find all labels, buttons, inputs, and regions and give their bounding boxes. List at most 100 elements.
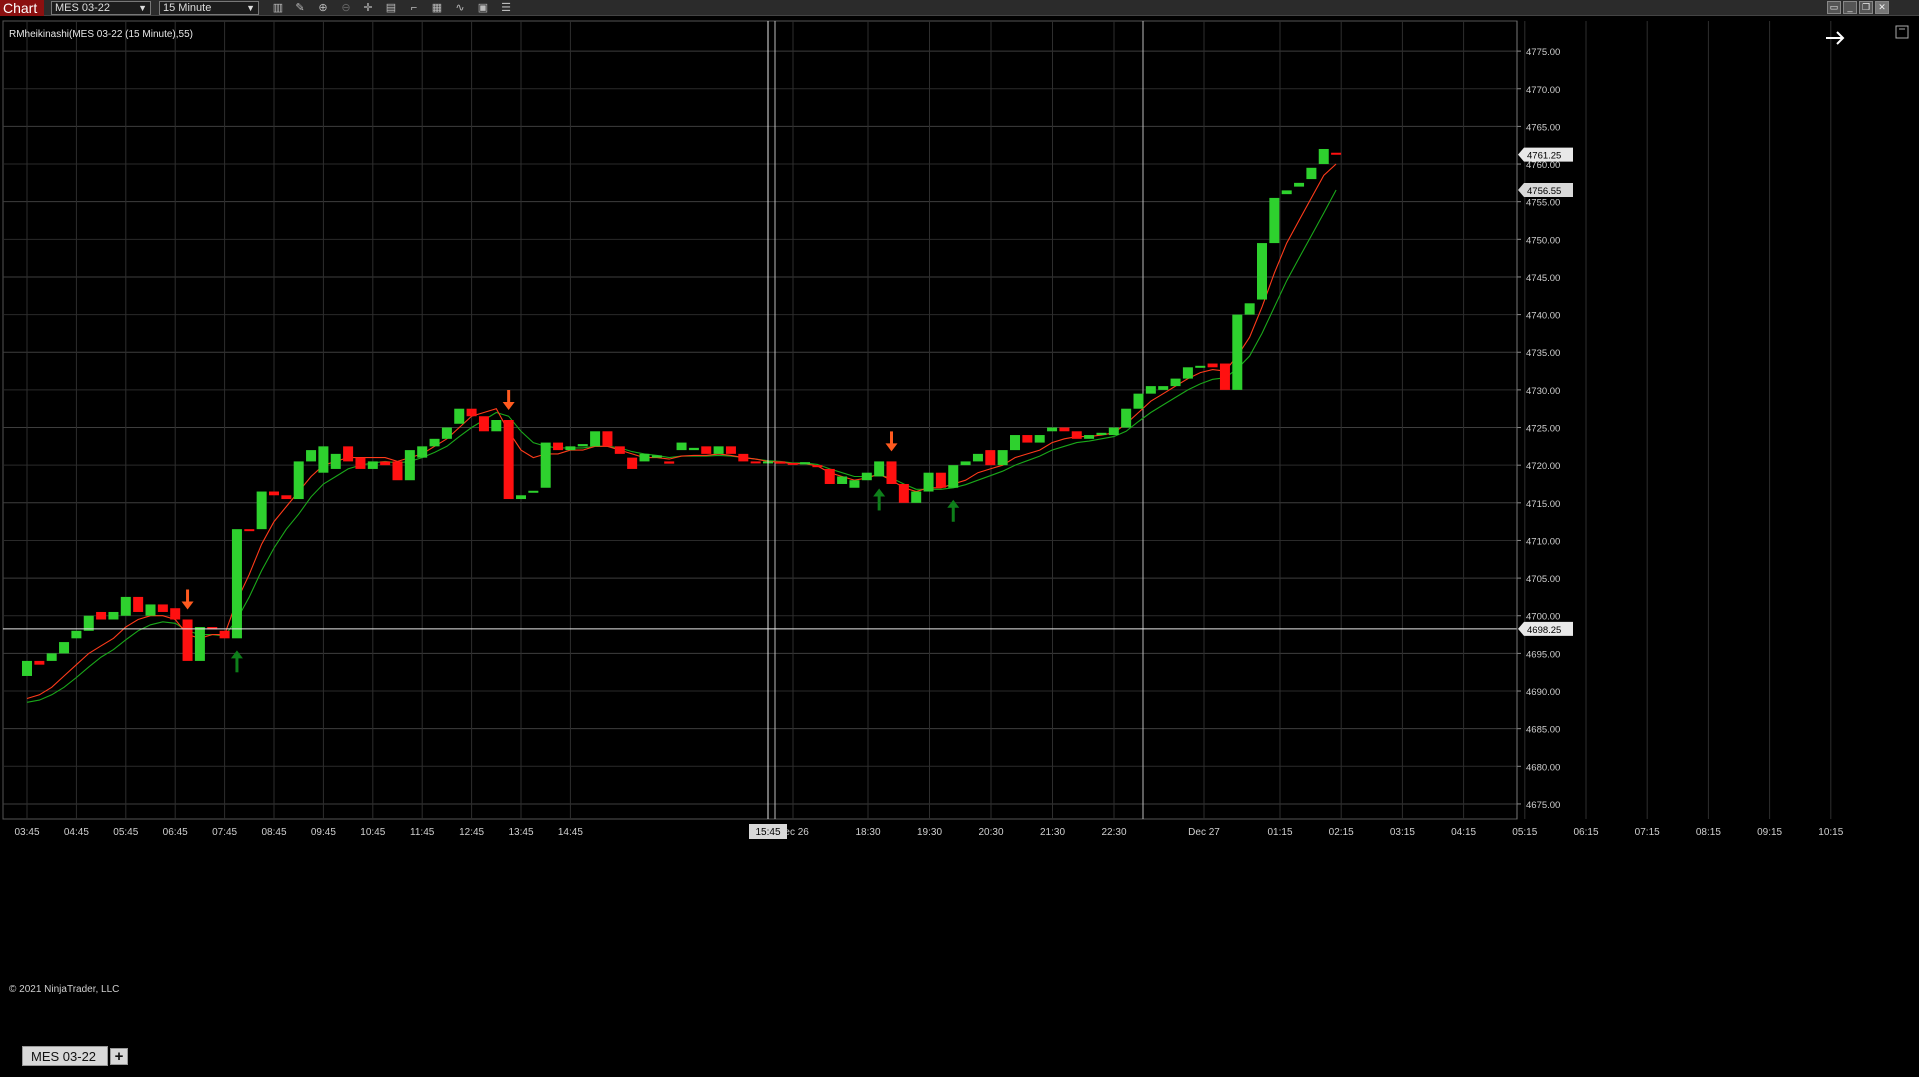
candle-down	[503, 420, 514, 500]
time-tick-label: 18:30	[855, 827, 880, 838]
zoom-out-icon[interactable]: ⊖	[338, 1, 354, 15]
draw-pencil-icon[interactable]: ✎	[292, 1, 308, 15]
crosshair-time-text: 15:45	[755, 827, 780, 838]
data-box-icon[interactable]: ▤	[383, 1, 399, 15]
candle-down	[898, 483, 909, 503]
chart-tabs-icon[interactable]: ▭	[1827, 1, 1841, 14]
add-tab-button[interactable]: +	[110, 1048, 128, 1065]
price-tick-label: 4685.00	[1526, 725, 1560, 736]
candle-down	[812, 465, 823, 468]
tab-mes-03-22[interactable]: MES 03-22	[22, 1046, 108, 1066]
time-tick-label: 05:15	[1512, 827, 1537, 838]
candle-up	[1232, 314, 1243, 390]
signal-down-arrow-head	[502, 402, 515, 410]
candle-down	[985, 450, 996, 466]
candle-down	[725, 446, 736, 454]
candle-up	[1170, 378, 1181, 387]
candle-up	[1010, 435, 1020, 451]
candle-up	[491, 420, 502, 432]
candle-up	[577, 444, 588, 447]
candle-up	[911, 491, 922, 503]
candle-down	[750, 461, 761, 464]
candle-up	[293, 461, 304, 500]
instrument-selector-value: MES 03-22	[55, 2, 111, 14]
candle-up	[849, 480, 860, 488]
candle-up	[1034, 435, 1045, 443]
bar-type-icon[interactable]: ▥	[270, 1, 286, 15]
chart-toolbar: Chart MES 03-22 ▼ 15 Minute ▼ ▥ ✎ ⊕ ⊖ ✛ ▤ …	[0, 0, 1919, 16]
time-tick-label: 20:30	[978, 827, 1003, 838]
price-tick-label: 4770.00	[1526, 85, 1560, 96]
candle-up	[651, 455, 662, 458]
candle-up	[1182, 367, 1193, 379]
candle-down	[244, 529, 255, 532]
candle-down	[355, 457, 366, 469]
zoom-in-icon[interactable]: ⊕	[315, 1, 331, 15]
candle-up	[688, 447, 699, 451]
candle-down	[1207, 363, 1218, 368]
candle-down	[133, 596, 144, 612]
instrument-selector[interactable]: MES 03-22 ▼	[51, 1, 151, 15]
candle-up	[800, 462, 811, 465]
indicator-label: RMheikinashi(MES 03-22 (15 Minute),55)	[9, 29, 193, 40]
candle-down	[602, 431, 613, 447]
price-tick-label: 4700.00	[1526, 612, 1560, 623]
time-tick-label: 11:45	[410, 827, 435, 838]
candle-up	[960, 461, 971, 466]
time-tick-label: 07:15	[1635, 827, 1660, 838]
candle-up	[417, 446, 428, 458]
time-tick-label: 07:45	[212, 827, 237, 838]
close-icon[interactable]: ✕	[1875, 1, 1889, 14]
time-tick-label: 12:45	[459, 827, 484, 838]
crosshair-icon[interactable]: ✛	[360, 1, 376, 15]
candle-down	[1059, 427, 1070, 432]
candle-up	[404, 450, 415, 481]
candle-up	[540, 442, 551, 488]
indicators-icon[interactable]: ▦	[429, 1, 445, 15]
candle-up	[1294, 182, 1305, 187]
candle-down	[96, 611, 107, 620]
time-axis[interactable]: 03:45 04:45 05:45 06:45 07:45 08:45 09:45 10:45…	[14, 824, 1844, 839]
candle-up	[1108, 427, 1119, 436]
templates-icon[interactable]: ▣	[475, 1, 491, 15]
candle-up	[454, 408, 465, 424]
candle-up	[516, 495, 526, 500]
candle-up	[256, 491, 267, 530]
scroll-to-latest-icon[interactable]	[1826, 31, 1845, 45]
ma-price-marker: 4756.55	[1518, 183, 1573, 198]
candle-up	[1281, 190, 1292, 195]
candle-up	[639, 453, 650, 462]
minimize-icon[interactable]: _	[1843, 1, 1857, 14]
candle-up	[565, 446, 576, 451]
price-tick-label: 4715.00	[1526, 499, 1560, 510]
price-chart[interactable]: 4775.00 4770.00 4765.00 4760.00 4755.00 4750.…	[0, 17, 1919, 1030]
restore-icon[interactable]: ❐	[1859, 1, 1873, 14]
candle-up	[231, 529, 242, 639]
candle-down	[824, 468, 835, 484]
price-tick-label: 4720.00	[1526, 461, 1560, 472]
price-axis[interactable]: 4775.00 4770.00 4765.00 4760.00 4755.00 4750.…	[1516, 21, 1573, 819]
chart-panel[interactable]: 4775.00 4770.00 4765.00 4760.00 4755.00 4750.…	[0, 17, 1919, 1060]
candle-up	[330, 453, 341, 469]
candle-up	[46, 653, 57, 661]
candle-up	[1244, 303, 1255, 315]
interval-selector[interactable]: 15 Minute ▼	[159, 1, 259, 15]
ma-price-marker-text: 4756.55	[1527, 186, 1561, 197]
price-tick-label: 4765.00	[1526, 122, 1560, 133]
drawing-tools-icon[interactable]: ⌐	[406, 1, 422, 15]
properties-icon[interactable]: ☰	[498, 1, 514, 15]
strategies-icon[interactable]: ∿	[452, 1, 468, 15]
time-tick-label: 08:45	[261, 827, 286, 838]
candle-up	[1084, 435, 1095, 439]
candle-down	[775, 461, 786, 464]
time-tick-label: 03:45	[14, 827, 39, 838]
candle-up	[1121, 408, 1132, 428]
candle-down	[886, 461, 897, 484]
candle-down	[182, 619, 193, 661]
candle-up	[1269, 197, 1280, 244]
candle-up	[1318, 148, 1329, 165]
time-tick-label: 09:45	[311, 827, 336, 838]
chart-properties-icon[interactable]	[1895, 25, 1909, 39]
candle-down	[787, 462, 798, 465]
crosshair	[3, 21, 1517, 819]
